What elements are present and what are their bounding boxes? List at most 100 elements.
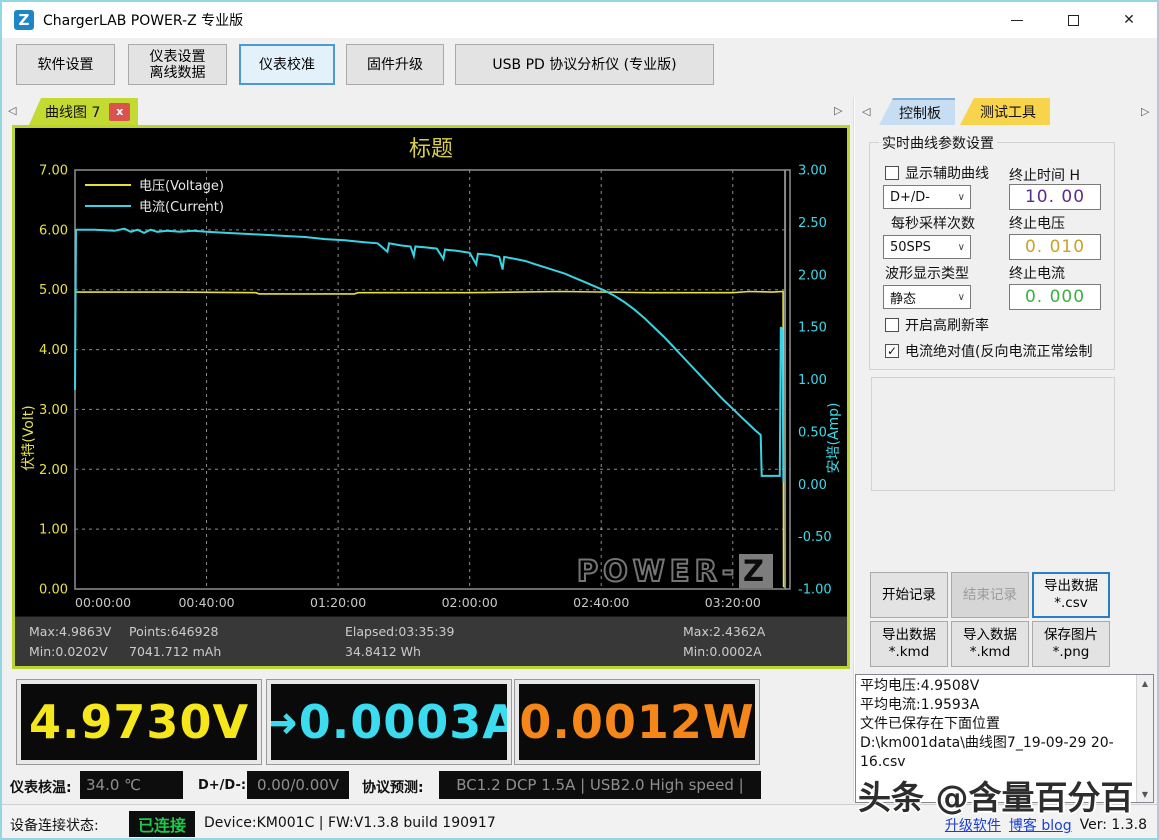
x-tick: 02:00:00 [442, 595, 498, 610]
tab-scroll-right-icon[interactable]: ▷ [834, 104, 842, 117]
right-panel: ◁ ▷ 控制板 测试工具 实时曲线参数设置 显示辅助曲线 终止时间 H D+/D… [857, 97, 1157, 804]
button-label-line1: 保存图片 [1044, 627, 1098, 644]
voltage-display-screen: 4.9730V [21, 684, 257, 760]
minimize-button[interactable] [989, 2, 1045, 38]
log-line: 平均电压:4.9508V [860, 677, 1133, 696]
close-icon: ✕ [1123, 13, 1135, 27]
meter-settings-offline-data-button[interactable]: 仪表设置 离线数据 [128, 44, 227, 85]
button-label-line1: 仪表设置 [150, 49, 206, 65]
tab-label: 控制板 [899, 103, 941, 123]
button-label: 仪表校准 [259, 57, 315, 73]
y-left-axis-title: 伏特(Volt) [18, 393, 38, 483]
button-label: 固件升级 [367, 57, 423, 73]
power-display-screen: 0.0012W [519, 684, 755, 760]
y-left-tick: 0.00 [39, 583, 68, 598]
y-right-tick: 1.00 [798, 373, 827, 388]
powerz-watermark-text: POWER- [577, 554, 739, 588]
panel-tab-scroll-right-icon[interactable]: ▷ [1141, 105, 1149, 118]
meter-calibration-button[interactable]: 仪表校准 [239, 44, 335, 85]
stat-wh: 34.8412 Wh [345, 644, 421, 659]
end-current-input[interactable]: 0. 000 [1009, 284, 1101, 310]
dpdm-select[interactable]: D+/D- ∨ [883, 185, 971, 209]
high-refresh-checkbox[interactable]: 开启高刷新率 [885, 315, 1105, 335]
legend-item: 电压(Voltage) [85, 174, 224, 195]
stat-max-voltage: Max:4.9863V [29, 624, 111, 639]
app-window: Z ChargerLAB POWER-Z 专业版 ✕ 软件设置 仪表设置 离线数… [0, 0, 1159, 840]
minimize-icon [1011, 20, 1023, 21]
scroll-up-icon[interactable]: ▲ [1137, 675, 1153, 691]
legend-line-swatch [85, 184, 131, 186]
powerz-watermark-z: Z [739, 554, 773, 588]
software-settings-button[interactable]: 软件设置 [16, 44, 115, 85]
current-display: →0.0003A [266, 679, 512, 765]
button-label-line2: *.kmd [970, 644, 1011, 661]
y-right-tick: 1.50 [798, 321, 827, 336]
checkbox-label: 电流绝对值(反向电流正常绘制 [905, 341, 1092, 361]
x-tick: 00:00:00 [75, 595, 131, 610]
end-voltage-input[interactable]: 0. 010 [1009, 234, 1101, 260]
y-right-tick: -0.50 [798, 530, 832, 545]
button-label-line2: *.csv [1054, 595, 1088, 612]
panel-tab-scroll-left-icon[interactable]: ◁ [862, 105, 870, 118]
button-label-line1: 导出数据 [882, 627, 936, 644]
x-tick: 03:20:00 [705, 595, 761, 610]
log-line: 文件已保存在下面位置 [860, 715, 1133, 734]
chart-title: 标题 [15, 131, 847, 163]
log-line: 平均电流:1.9593A [860, 696, 1133, 715]
plot-border [75, 170, 790, 589]
core-temp-value: 34.0 ℃ [80, 771, 183, 799]
window-title: ChargerLAB POWER-Z 专业版 [43, 10, 243, 30]
tab-control-board[interactable]: 控制板 [879, 98, 955, 125]
device-info: Device:KM001C | FW:V1.3.8 build 190917 [204, 815, 496, 831]
end-time-label: 终止时间 H [1009, 165, 1080, 185]
stat-mah: 7041.712 mAh [129, 644, 221, 659]
tab-curve-chart-7[interactable]: 曲线图 7 x [29, 98, 138, 125]
y-right-tick: 2.50 [798, 216, 827, 231]
dpdm-label: D+/D-: [198, 778, 246, 793]
abs-current-checkbox[interactable]: 电流绝对值(反向电流正常绘制 [885, 341, 1111, 361]
tab-label: 曲线图 7 [45, 102, 100, 122]
waveform-type-select[interactable]: 静态 ∨ [883, 285, 971, 309]
button-label: 开始记录 [882, 587, 936, 604]
export-kmd-button[interactable]: 导出数据 *.kmd [870, 621, 948, 667]
chevron-down-icon: ∨ [958, 292, 965, 303]
sps-select[interactable]: 50SPS ∨ [883, 235, 971, 259]
sps-label: 每秒采样次数 [891, 213, 975, 233]
series-line-1 [75, 229, 783, 483]
chart-stats-bar: Max:4.9863V Min:0.0202V Points:646928 70… [15, 616, 847, 666]
save-png-button[interactable]: 保存图片 *.png [1032, 621, 1110, 667]
tab-test-tools[interactable]: 测试工具 [960, 98, 1050, 125]
button-label-line2: 离线数据 [150, 65, 206, 81]
export-csv-button[interactable]: 导出数据 *.csv [1032, 572, 1110, 618]
chart-legend: 电压(Voltage)电流(Current) [85, 174, 224, 216]
app-logo-icon: Z [14, 10, 34, 30]
tab-close-button[interactable]: x [109, 103, 130, 121]
stat-elapsed: Elapsed:03:35:39 [345, 624, 454, 639]
y-left-tick: 1.00 [39, 523, 68, 538]
legend-line-swatch [85, 205, 131, 207]
close-button[interactable]: ✕ [1101, 2, 1157, 38]
start-record-button[interactable]: 开始记录 [870, 572, 948, 618]
log-line: 16.csv [860, 753, 1133, 772]
tab-scroll-left-icon[interactable]: ◁ [8, 104, 16, 117]
maximize-button[interactable] [1045, 2, 1101, 38]
button-label-line1: 导出数据 [1044, 578, 1098, 595]
button-label-line2: *.kmd [889, 644, 930, 661]
maximize-icon [1068, 15, 1079, 26]
show-aux-curve-checkbox[interactable]: 显示辅助曲线 [885, 163, 1003, 183]
dpdm-value: 0.00/0.00V [247, 771, 349, 799]
firmware-upgrade-button[interactable]: 固件升级 [346, 44, 444, 85]
stat-min-voltage: Min:0.0202V [29, 644, 108, 659]
import-kmd-button[interactable]: 导入数据 *.kmd [951, 621, 1029, 667]
version-text: Ver: 1.3.8 [1080, 817, 1147, 833]
checkbox-checked-icon [885, 344, 899, 358]
y-left-tick: 6.00 [39, 223, 68, 238]
protocol-value: BC1.2 DCP 1.5A | USB2.0 High speed | [439, 771, 761, 799]
x-tick: 00:40:00 [178, 595, 234, 610]
x-tick: 01:20:00 [310, 595, 366, 610]
usb-pd-analyzer-button[interactable]: USB PD 协议分析仪 (专业版) [455, 44, 714, 85]
end-time-input[interactable]: 10. 00 [1009, 184, 1101, 210]
stop-record-button[interactable]: 结束记录 [951, 572, 1029, 618]
empty-group-box [871, 377, 1115, 491]
y-left-tick: 7.00 [39, 164, 68, 179]
